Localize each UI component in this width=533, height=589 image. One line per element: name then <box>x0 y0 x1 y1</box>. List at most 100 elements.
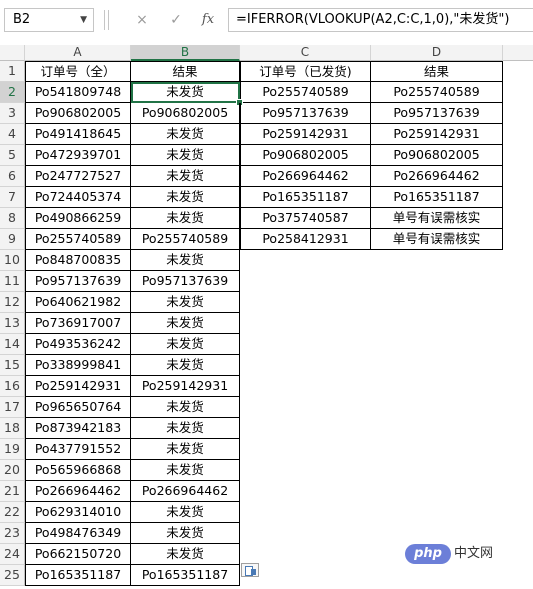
row-header[interactable]: 8 <box>0 208 25 229</box>
cell-d2[interactable]: Po255740589 <box>371 82 503 103</box>
column-header-e[interactable] <box>503 45 533 61</box>
row-header[interactable]: 13 <box>0 313 25 334</box>
cell-a22[interactable]: Po629314010 <box>25 502 131 523</box>
row-header[interactable]: 22 <box>0 502 25 523</box>
row-header[interactable]: 23 <box>0 523 25 544</box>
cell-c1[interactable]: 订单号（已发货) <box>240 61 371 82</box>
cell-c3[interactable]: Po957137639 <box>240 103 371 124</box>
cell-b4[interactable]: 未发货 <box>131 124 240 145</box>
cell-d9[interactable]: 单号有误需核实 <box>371 229 503 250</box>
cell-a12[interactable]: Po640621982 <box>25 292 131 313</box>
row-header[interactable]: 10 <box>0 250 25 271</box>
cell-a23[interactable]: Po498476349 <box>25 523 131 544</box>
row-header[interactable]: 19 <box>0 439 25 460</box>
column-header-d[interactable]: D <box>371 45 503 61</box>
row-header[interactable]: 4 <box>0 124 25 145</box>
row-header[interactable]: 18 <box>0 418 25 439</box>
column-header-a[interactable]: A <box>25 45 131 61</box>
insert-function-icon[interactable]: fx <box>196 8 220 32</box>
cell-a14[interactable]: Po493536242 <box>25 334 131 355</box>
cell-b13[interactable]: 未发货 <box>131 313 240 334</box>
row-header[interactable]: 25 <box>0 565 25 586</box>
select-all-corner[interactable] <box>0 45 25 61</box>
cell-b24[interactable]: 未发货 <box>131 544 240 565</box>
cell-c9[interactable]: Po258412931 <box>240 229 371 250</box>
cell-a9[interactable]: Po255740589 <box>25 229 131 250</box>
row-header[interactable]: 6 <box>0 166 25 187</box>
row-header[interactable]: 9 <box>0 229 25 250</box>
row-header[interactable]: 11 <box>0 271 25 292</box>
cell-a16[interactable]: Po259142931 <box>25 376 131 397</box>
column-header-b[interactable]: B <box>131 45 240 61</box>
paste-options-icon[interactable] <box>241 563 259 577</box>
row-header[interactable]: 21 <box>0 481 25 502</box>
cell-a19[interactable]: Po437791552 <box>25 439 131 460</box>
cell-b6[interactable]: 未发货 <box>131 166 240 187</box>
cell-b22[interactable]: 未发货 <box>131 502 240 523</box>
cell-d5[interactable]: Po906802005 <box>371 145 503 166</box>
row-header[interactable]: 15 <box>0 355 25 376</box>
cell-d3[interactable]: Po957137639 <box>371 103 503 124</box>
row-header[interactable]: 1 <box>0 61 25 82</box>
cell-a8[interactable]: Po490866259 <box>25 208 131 229</box>
chevron-down-icon[interactable]: ▼ <box>80 9 87 31</box>
cell-a20[interactable]: Po565966868 <box>25 460 131 481</box>
cell-a15[interactable]: Po338999841 <box>25 355 131 376</box>
cell-a13[interactable]: Po736917007 <box>25 313 131 334</box>
cell-d1[interactable]: 结果 <box>371 61 503 82</box>
cell-a17[interactable]: Po965650764 <box>25 397 131 418</box>
cell-a3[interactable]: Po906802005 <box>25 103 131 124</box>
cell-a25[interactable]: Po165351187 <box>25 565 131 586</box>
cell-a11[interactable]: Po957137639 <box>25 271 131 292</box>
cell-a2[interactable]: Po541809748 <box>25 82 131 103</box>
row-header[interactable]: 3 <box>0 103 25 124</box>
row-header[interactable]: 16 <box>0 376 25 397</box>
cell-b7[interactable]: 未发货 <box>131 187 240 208</box>
cell-c5[interactable]: Po906802005 <box>240 145 371 166</box>
cell-b21[interactable]: Po266964462 <box>131 481 240 502</box>
cell-b18[interactable]: 未发货 <box>131 418 240 439</box>
cell-b14[interactable]: 未发货 <box>131 334 240 355</box>
cell-c4[interactable]: Po259142931 <box>240 124 371 145</box>
cell-a7[interactable]: Po724405374 <box>25 187 131 208</box>
cell-b9[interactable]: Po255740589 <box>131 229 240 250</box>
cell-a10[interactable]: Po848700835 <box>25 250 131 271</box>
row-header[interactable]: 14 <box>0 334 25 355</box>
cell-b15[interactable]: 未发货 <box>131 355 240 376</box>
cell-c8[interactable]: Po375740587 <box>240 208 371 229</box>
row-header[interactable]: 12 <box>0 292 25 313</box>
cell-c6[interactable]: Po266964462 <box>240 166 371 187</box>
row-header[interactable]: 17 <box>0 397 25 418</box>
cell-b2[interactable]: 未发货 <box>131 82 240 103</box>
cell-b3[interactable]: Po906802005 <box>131 103 240 124</box>
cell-c7[interactable]: Po165351187 <box>240 187 371 208</box>
cell-b23[interactable]: 未发货 <box>131 523 240 544</box>
cell-a6[interactable]: Po247727527 <box>25 166 131 187</box>
cell-c2[interactable]: Po255740589 <box>240 82 371 103</box>
cell-b5[interactable]: 未发货 <box>131 145 240 166</box>
row-header[interactable]: 24 <box>0 544 25 565</box>
cell-b20[interactable]: 未发货 <box>131 460 240 481</box>
cancel-icon[interactable]: × <box>130 8 154 32</box>
cell-a24[interactable]: Po662150720 <box>25 544 131 565</box>
cell-b10[interactable]: 未发货 <box>131 250 240 271</box>
cell-b17[interactable]: 未发货 <box>131 397 240 418</box>
row-header[interactable]: 7 <box>0 187 25 208</box>
column-header-c[interactable]: C <box>240 45 371 61</box>
cell-d7[interactable]: Po165351187 <box>371 187 503 208</box>
name-box[interactable]: B2 ▼ <box>4 8 94 32</box>
row-header[interactable]: 20 <box>0 460 25 481</box>
row-header[interactable]: 2 <box>0 82 25 103</box>
enter-icon[interactable]: ✓ <box>164 8 188 32</box>
cell-b11[interactable]: Po957137639 <box>131 271 240 292</box>
cell-b12[interactable]: 未发货 <box>131 292 240 313</box>
cell-d6[interactable]: Po266964462 <box>371 166 503 187</box>
cell-d8[interactable]: 单号有误需核实 <box>371 208 503 229</box>
cell-a21[interactable]: Po266964462 <box>25 481 131 502</box>
row-header[interactable]: 5 <box>0 145 25 166</box>
cell-b8[interactable]: 未发货 <box>131 208 240 229</box>
cell-d4[interactable]: Po259142931 <box>371 124 503 145</box>
cell-a1[interactable]: 订单号（全） <box>25 61 131 82</box>
cell-a4[interactable]: Po491418645 <box>25 124 131 145</box>
cell-a5[interactable]: Po472939701 <box>25 145 131 166</box>
